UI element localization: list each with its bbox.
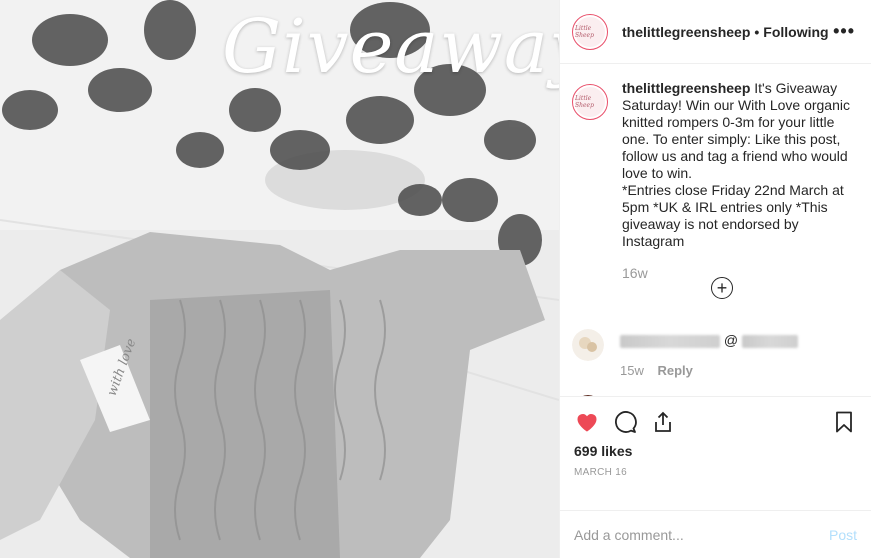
caption-body: thelittlegreensheep It's Giveaway Saturd… bbox=[622, 80, 859, 250]
action-row bbox=[574, 407, 857, 437]
header-avatar[interactable]: Little Sheep bbox=[572, 13, 608, 50]
like-heart-icon[interactable] bbox=[574, 409, 600, 435]
comment-mention-symbol: @ bbox=[723, 332, 739, 348]
likes-count[interactable]: 699 likes bbox=[574, 443, 857, 459]
following-button[interactable]: Following bbox=[763, 24, 828, 40]
post-photo[interactable]: Giveaway with love bbox=[0, 0, 559, 558]
post-comment-button[interactable]: Post bbox=[829, 527, 857, 543]
more-options-icon[interactable]: ••• bbox=[833, 21, 855, 42]
comment-text: @ bbox=[620, 332, 798, 361]
caption-avatar[interactable]: Little Sheep bbox=[572, 84, 608, 120]
comment-item: @ 15w Reply bbox=[572, 329, 798, 378]
comment-bubble-icon[interactable] bbox=[612, 409, 638, 435]
share-icon[interactable] bbox=[650, 409, 676, 435]
bookmark-icon[interactable] bbox=[831, 409, 857, 435]
redacted-username bbox=[620, 334, 720, 348]
post-date: MARCH 16 bbox=[574, 467, 627, 478]
avatar-logo: Little Sheep bbox=[575, 16, 605, 47]
header-username[interactable]: thelittlegreensheep bbox=[622, 24, 750, 40]
avatar-logo: Little Sheep bbox=[575, 87, 605, 117]
post-header: Little Sheep thelittlegreensheep • Follo… bbox=[560, 0, 871, 64]
post-actions: 699 likes MARCH 16 bbox=[560, 396, 871, 510]
add-comment-bar: Post bbox=[560, 510, 871, 558]
add-comment-input[interactable] bbox=[574, 526, 829, 543]
giveaway-overlay-text: Giveaway bbox=[222, 4, 559, 90]
comment-meta: 15w Reply bbox=[620, 363, 693, 378]
header-separator: • bbox=[754, 23, 760, 40]
comment-timestamp[interactable]: 15w bbox=[620, 363, 644, 378]
caption-text: It's Giveaway Saturday! Win our With Lov… bbox=[622, 80, 850, 249]
post-side-panel: Little Sheep thelittlegreensheep • Follo… bbox=[559, 0, 871, 558]
reply-button[interactable]: Reply bbox=[657, 363, 692, 378]
comments-section[interactable]: Little Sheep thelittlegreensheep It's Gi… bbox=[560, 64, 871, 396]
caption-username[interactable]: thelittlegreensheep bbox=[622, 80, 750, 96]
caption-timestamp[interactable]: 16w bbox=[622, 265, 859, 281]
load-more-comments-icon[interactable]: + bbox=[711, 277, 733, 299]
instagram-post: Giveaway with love Little Sheep thelittl… bbox=[0, 0, 871, 558]
redacted-mention bbox=[742, 334, 798, 348]
commenter-avatar[interactable] bbox=[572, 329, 604, 361]
caption: Little Sheep thelittlegreensheep It's Gi… bbox=[572, 80, 859, 250]
